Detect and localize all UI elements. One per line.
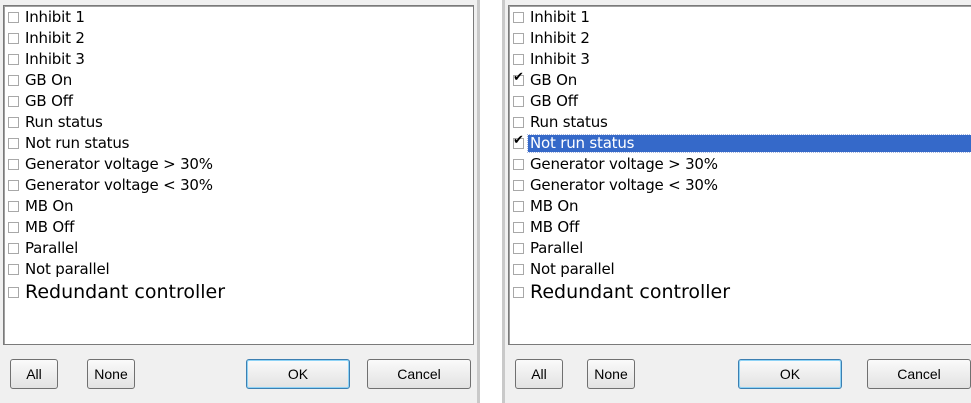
checkbox[interactable]	[8, 222, 19, 233]
list-item[interactable]: GB Off	[513, 91, 971, 112]
checkbox[interactable]	[8, 54, 19, 65]
list-item[interactable]: Inhibit 3	[513, 49, 971, 70]
checkbox-list[interactable]: Inhibit 1 Inhibit 2 Inhibit 3 GB On GB Off Ru…	[508, 5, 971, 345]
checkbox[interactable]	[513, 286, 524, 298]
checkbox[interactable]	[513, 133, 524, 149]
list-item[interactable]: MB On	[513, 196, 971, 217]
checkbox[interactable]	[8, 201, 19, 212]
list-item-label: Generator voltage > 30%	[25, 155, 213, 173]
checkbox[interactable]	[8, 138, 19, 149]
list-item[interactable]: MB On	[8, 196, 473, 217]
checkbox[interactable]	[513, 180, 524, 191]
select-none-button[interactable]: None	[87, 359, 135, 389]
ok-button[interactable]: OK	[738, 359, 842, 389]
list-item-label: Inhibit 2	[530, 29, 590, 47]
checkbox[interactable]	[8, 286, 19, 298]
list-item-label: Redundant controller	[25, 280, 226, 303]
checkbox[interactable]	[8, 33, 19, 44]
list-item[interactable]: Inhibit 1	[513, 7, 971, 28]
select-all-button[interactable]: All	[10, 359, 58, 389]
list-item-label: GB On	[25, 71, 72, 89]
list-item-label: MB Off	[530, 218, 580, 236]
checkbox[interactable]	[513, 222, 524, 233]
list-item[interactable]: Redundant controller	[8, 280, 473, 304]
checkbox[interactable]	[8, 75, 19, 86]
checkbox[interactable]	[513, 54, 524, 65]
checkbox[interactable]	[513, 96, 524, 107]
list-item[interactable]: Parallel	[8, 238, 473, 259]
list-item[interactable]: GB On	[513, 70, 971, 91]
list-item[interactable]: Run status	[8, 112, 473, 133]
list-item[interactable]: GB On	[8, 70, 473, 91]
checkbox[interactable]	[513, 117, 524, 128]
ok-button[interactable]: OK	[246, 359, 350, 389]
list-item[interactable]: Run status	[513, 112, 971, 133]
checkbox[interactable]	[513, 33, 524, 44]
list-item-label: Inhibit 3	[25, 50, 85, 68]
io-selection-dialog-right: Inhibit 1 Inhibit 2 Inhibit 3 GB On GB Off Ru…	[502, 0, 971, 403]
list-item[interactable]: Not run status	[8, 133, 473, 154]
checkbox[interactable]	[513, 201, 524, 212]
cancel-button[interactable]: Cancel	[867, 359, 971, 389]
list-item-label: Run status	[25, 113, 103, 131]
list-item[interactable]: Inhibit 2	[8, 28, 473, 49]
checkbox[interactable]	[513, 12, 524, 23]
list-item[interactable]: Redundant controller	[513, 280, 971, 304]
checkbox[interactable]	[513, 264, 524, 275]
list-item[interactable]: Generator voltage < 30%	[8, 175, 473, 196]
checkbox[interactable]	[513, 159, 524, 170]
select-none-button[interactable]: None	[587, 359, 635, 389]
list-item[interactable]: Parallel	[513, 238, 971, 259]
cancel-button[interactable]: Cancel	[367, 359, 471, 389]
list-item[interactable]: Not parallel	[8, 259, 473, 280]
select-all-button[interactable]: All	[515, 359, 563, 389]
list-item-label: MB Off	[25, 218, 75, 236]
list-item[interactable]: Generator voltage < 30%	[513, 175, 971, 196]
list-item-label: Generator voltage < 30%	[530, 176, 718, 194]
list-item[interactable]: Generator voltage > 30%	[8, 154, 473, 175]
list-item-label: GB On	[530, 71, 577, 89]
list-item[interactable]: Not run status	[513, 133, 971, 154]
list-item-label: Not run status	[25, 134, 130, 152]
list-item-label: GB Off	[530, 92, 578, 110]
list-item-label: Not parallel	[530, 260, 615, 278]
list-item-label: GB Off	[25, 92, 73, 110]
checkbox[interactable]	[513, 70, 524, 86]
list-item[interactable]: Inhibit 2	[513, 28, 971, 49]
checkbox[interactable]	[8, 180, 19, 191]
list-item-label: Generator voltage < 30%	[25, 176, 213, 194]
list-item-label: MB On	[530, 197, 579, 215]
checkbox-list[interactable]: Inhibit 1 Inhibit 2 Inhibit 3 GB On GB Off Ru…	[3, 5, 474, 345]
checkbox[interactable]	[513, 243, 524, 254]
list-item[interactable]: MB Off	[8, 217, 473, 238]
list-item-label: Inhibit 3	[530, 50, 590, 68]
checkbox[interactable]	[8, 159, 19, 170]
list-item[interactable]: Inhibit 3	[8, 49, 473, 70]
checkbox[interactable]	[8, 12, 19, 23]
list-item-label: Inhibit 1	[25, 8, 85, 26]
list-item-label: Not parallel	[25, 260, 110, 278]
checkbox[interactable]	[8, 264, 19, 275]
list-item-label: Parallel	[25, 239, 79, 257]
list-item[interactable]: Not parallel	[513, 259, 971, 280]
io-selection-dialog-left: Inhibit 1 Inhibit 2 Inhibit 3 GB On GB Off Ru…	[0, 0, 480, 403]
list-item-label: Run status	[530, 113, 608, 131]
list-item-label: MB On	[25, 197, 74, 215]
checkbox[interactable]	[8, 243, 19, 254]
list-item[interactable]: Inhibit 1	[8, 7, 473, 28]
list-item-label: Inhibit 2	[25, 29, 85, 47]
list-item[interactable]: MB Off	[513, 217, 971, 238]
list-item[interactable]: Generator voltage > 30%	[513, 154, 971, 175]
list-item[interactable]: GB Off	[8, 91, 473, 112]
list-item-label: Inhibit 1	[530, 8, 590, 26]
checkbox[interactable]	[8, 117, 19, 128]
list-item-label: Parallel	[530, 239, 584, 257]
list-item-label: Redundant controller	[530, 280, 731, 303]
list-item-label: Generator voltage > 30%	[530, 155, 718, 173]
checkbox[interactable]	[8, 96, 19, 107]
list-item-label: Not run status	[527, 134, 971, 153]
